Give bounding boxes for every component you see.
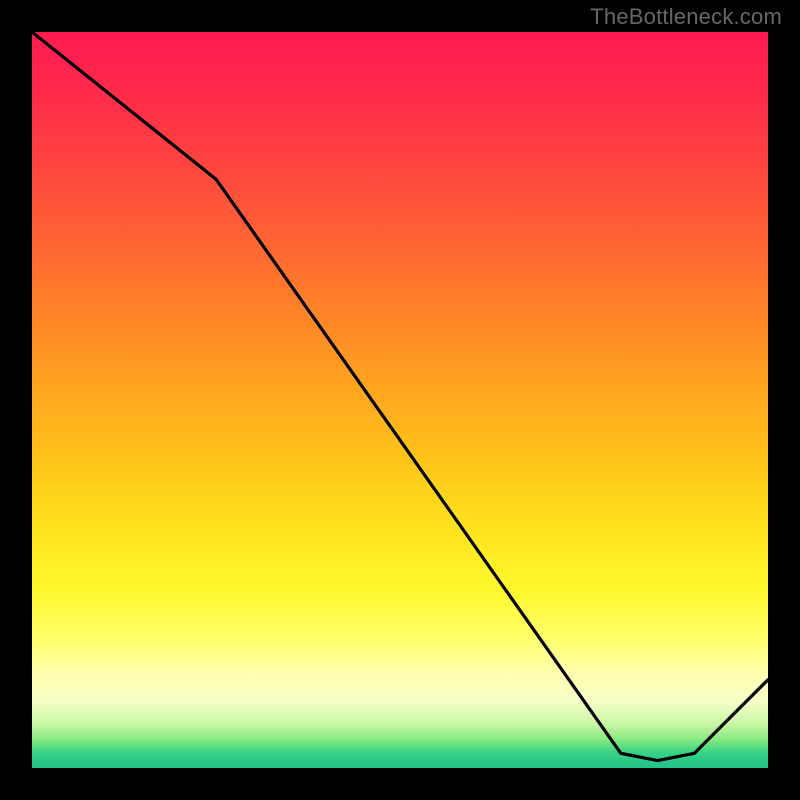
watermark-text: TheBottleneck.com bbox=[590, 4, 782, 30]
chart-frame: TheBottleneck.com bbox=[0, 0, 800, 800]
plot-outer bbox=[32, 32, 768, 768]
gradient-background bbox=[32, 32, 768, 768]
